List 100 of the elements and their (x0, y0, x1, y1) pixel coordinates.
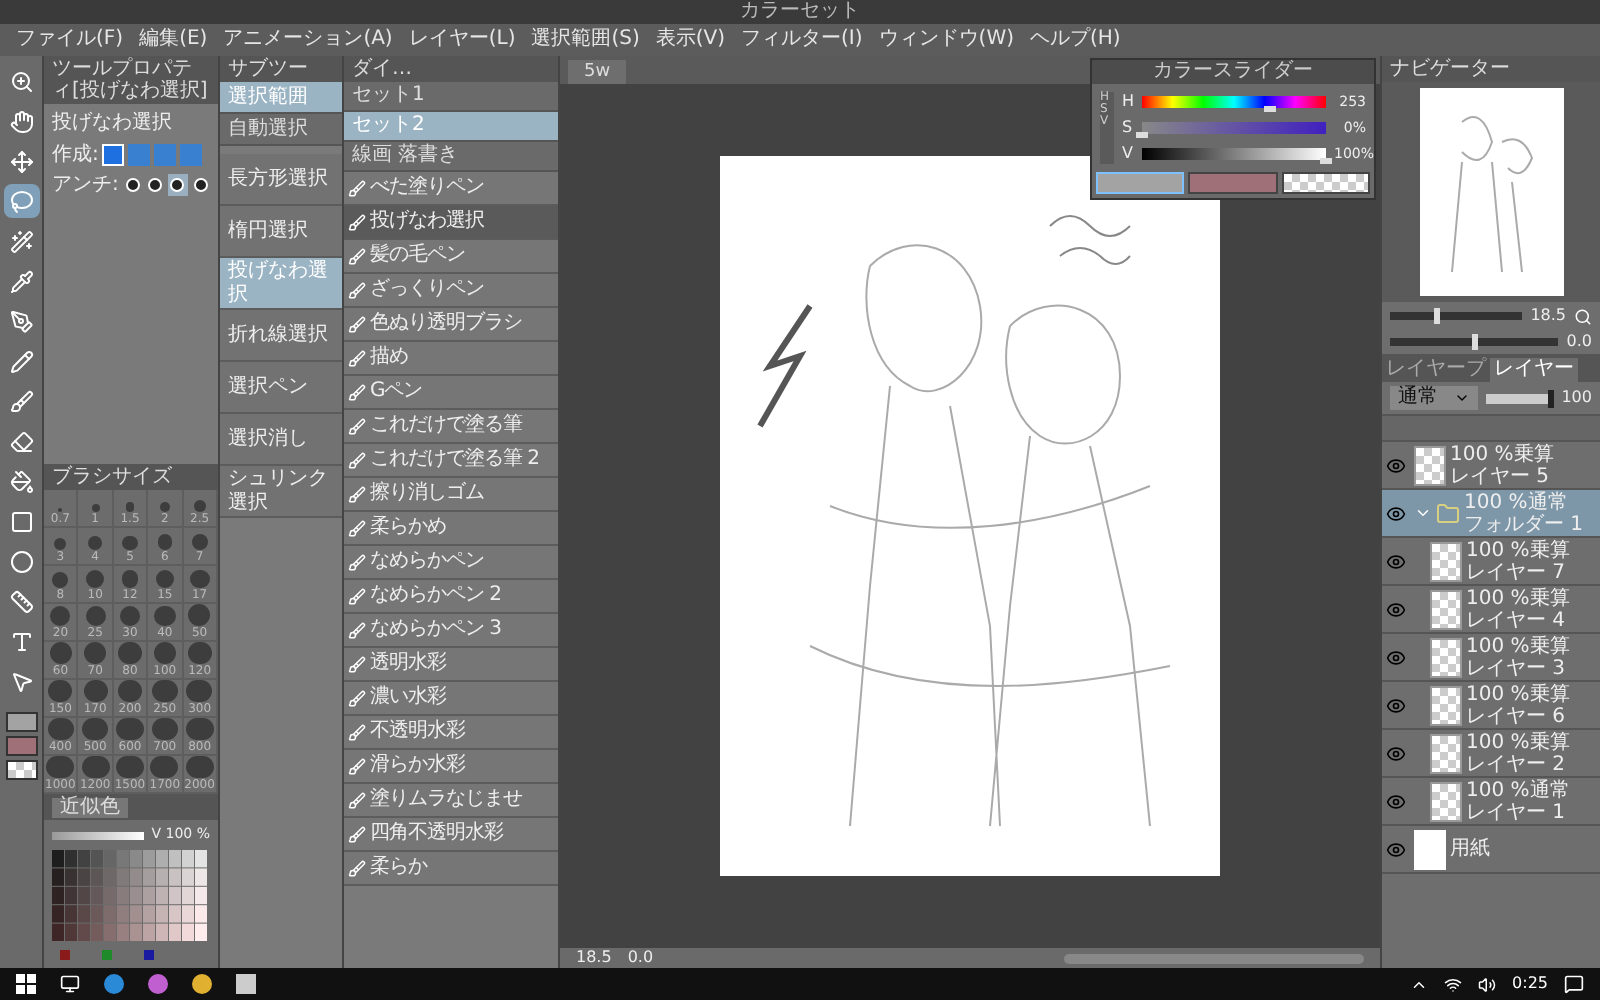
subtool-group-tab[interactable]: 自動選択 (220, 114, 342, 146)
layer-row[interactable]: 用紙 (1382, 826, 1600, 874)
eye-icon[interactable] (1386, 695, 1406, 715)
layer-row[interactable]: 100 %通常 フォルダー 1 (1382, 490, 1600, 538)
subtool-item[interactable]: 擦り消しゴム (344, 478, 558, 512)
app-icon[interactable] (104, 974, 124, 994)
subtool-item[interactable]: これだけで塗る筆 (344, 410, 558, 444)
color-grid-drawing[interactable] (52, 850, 208, 942)
windows-logo-icon[interactable] (16, 974, 36, 994)
slider-thumb[interactable] (1264, 106, 1277, 112)
layer-row[interactable]: 100 %乗算 レイヤー 2 (1382, 730, 1600, 778)
menu-item[interactable]: アニメーション(A) (223, 30, 393, 50)
subtool-item[interactable]: ざっくりペン (344, 274, 558, 308)
layer-row[interactable]: 100 %乗算 レイヤー 3 (1382, 634, 1600, 682)
eye-icon[interactable] (1386, 503, 1406, 523)
color-slider-track[interactable] (1142, 122, 1326, 134)
subtool-item[interactable]: 折れ線選択 (220, 310, 342, 362)
menu-item[interactable]: フィルター(I) (741, 30, 863, 50)
subtool-item[interactable]: 選択消し (220, 414, 342, 466)
panel-tab[interactable]: レイヤープ (1382, 358, 1490, 382)
subtool-item[interactable]: 不透明水彩 (344, 716, 558, 750)
color-slider-track[interactable] (1142, 148, 1326, 160)
menu-item[interactable]: ヘルプ(H) (1030, 30, 1121, 50)
app-icon[interactable] (148, 974, 168, 994)
subtool-item[interactable]: 滑らか水彩 (344, 750, 558, 784)
subtool-item[interactable]: 塗りムラなじませ (344, 784, 558, 818)
slider-thumb[interactable] (1136, 132, 1148, 138)
task-view-icon[interactable] (60, 974, 80, 994)
subtool-item[interactable]: 柔らか (344, 852, 558, 886)
panel-tab[interactable]: レイヤー (1490, 358, 1578, 382)
menu-item[interactable]: 表示(V) (655, 30, 726, 50)
eye-icon[interactable] (1386, 839, 1406, 859)
layer-row[interactable]: 100 %乗算 レイヤー 4 (1382, 586, 1600, 634)
antialias-button[interactable] (122, 174, 142, 196)
color-tab[interactable]: 近似色 (52, 797, 128, 817)
subtool-item[interactable]: なめらかペン 2 (344, 580, 558, 614)
subtool-set-tab[interactable]: セット1 (344, 82, 558, 112)
layer-row[interactable]: 100 %乗算 レイヤー 7 (1382, 538, 1600, 586)
subtool-item[interactable]: なめらかペン (344, 546, 558, 580)
color-swatch[interactable] (1096, 172, 1185, 194)
notification-icon[interactable] (1564, 974, 1584, 994)
value-bar[interactable] (52, 831, 144, 839)
opacity-slider[interactable] (1486, 393, 1554, 403)
transparent-swatch[interactable] (5, 760, 37, 780)
subtool-item[interactable]: Gペン (344, 376, 558, 410)
subtool-item[interactable]: 長方形選択 (220, 154, 342, 206)
color-swatch[interactable] (1188, 172, 1278, 194)
subtool-group-tab[interactable]: 選択範囲 (220, 82, 342, 114)
menu-item[interactable]: 編集(E) (139, 30, 208, 50)
slider-thumb[interactable] (1547, 389, 1554, 407)
subtool-item[interactable]: 楕円選択 (220, 206, 342, 258)
antialias-button[interactable] (145, 174, 165, 196)
rotation-slider[interactable] (1390, 338, 1559, 346)
menu-item[interactable]: 選択範囲(S) (531, 30, 640, 50)
transparent-swatch[interactable] (1281, 172, 1370, 194)
speaker-icon[interactable] (1478, 975, 1497, 993)
color-swatch[interactable] (5, 736, 37, 756)
subtool-item[interactable]: 四角不透明水彩 (344, 818, 558, 852)
subtool-item[interactable]: 投げなわ選択 (344, 206, 558, 240)
eye-icon[interactable] (1386, 743, 1406, 763)
antialias-button[interactable] (191, 174, 210, 196)
network-icon[interactable] (1444, 975, 1463, 993)
subtool-item[interactable]: 髪の毛ペン (344, 240, 558, 274)
subtool-item[interactable]: 描め (344, 342, 558, 376)
color-slider-track[interactable] (1142, 96, 1326, 108)
subtool-item[interactable]: 色ぬり透明ブラシ (344, 308, 558, 342)
menu-item[interactable]: ファイル(F) (16, 30, 124, 50)
layer-row[interactable]: 100 %乗算 レイヤー 5 (1382, 442, 1600, 490)
tool-button[interactable] (3, 184, 39, 218)
subtool-item[interactable]: 投げなわ選択 (220, 258, 342, 310)
slider-thumb[interactable] (1320, 158, 1332, 164)
layer-row[interactable]: 100 %乗算 レイヤー 6 (1382, 682, 1600, 730)
subtool-item[interactable]: 濃い水彩 (344, 682, 558, 716)
subtool-item[interactable]: 柔らかめ (344, 512, 558, 546)
menu-item[interactable]: レイヤー(L) (408, 30, 516, 50)
slider-thumb[interactable] (1471, 334, 1478, 350)
layer-row[interactable]: 100 %通常 レイヤー 1 (1382, 778, 1600, 826)
clock[interactable]: 0:25 (1512, 976, 1548, 992)
expand-caret-icon[interactable] (1414, 504, 1432, 522)
antialias-button[interactable] (168, 174, 188, 196)
horizontal-scrollbar[interactable] (1064, 953, 1364, 963)
subtool-item[interactable]: 選択ペン (220, 362, 342, 414)
canvas-tab[interactable]: 5w (568, 60, 627, 84)
zoom-slider[interactable] (1390, 312, 1523, 320)
subtool-item[interactable]: シュリンク選択 (220, 466, 342, 518)
eye-icon[interactable] (1386, 455, 1406, 475)
eye-icon[interactable] (1386, 551, 1406, 571)
subtool-item[interactable]: べた塗りペン (344, 172, 558, 206)
subtool-item[interactable]: 透明水彩 (344, 648, 558, 682)
eye-icon[interactable] (1386, 791, 1406, 811)
eye-icon[interactable] (1386, 599, 1406, 619)
menu-item[interactable]: ウィンドウ(W) (878, 30, 1014, 50)
color-swatch[interactable] (5, 712, 37, 732)
mode-button[interactable] (102, 144, 125, 166)
search-icon[interactable] (1574, 307, 1592, 325)
subtool-item[interactable]: なめらかペン 3 (344, 614, 558, 648)
subtool-set-tab[interactable]: セット2 (344, 112, 558, 142)
slider-thumb[interactable] (1433, 308, 1440, 324)
blend-mode-dropdown[interactable]: 通常 (1390, 386, 1478, 410)
eye-icon[interactable] (1386, 647, 1406, 667)
